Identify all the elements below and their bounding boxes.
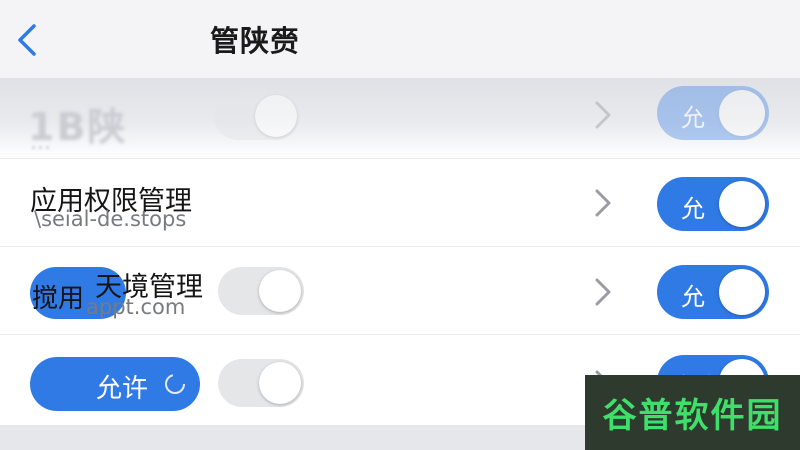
watermark-logo: 谷普软件园 (585, 375, 800, 450)
toggle-label: 允 (681, 195, 705, 223)
toggle-off[interactable] (218, 359, 304, 407)
toggle-label: 允 (681, 283, 705, 311)
loading-spinner-icon (165, 374, 185, 394)
left-pill-label: 搅用 (32, 284, 85, 314)
list-item-app-permission[interactable]: 应用权限管理 \seial-de.stops 允 (0, 158, 800, 246)
ghost-toggle-off[interactable] (214, 92, 300, 140)
allow-button[interactable]: 允许 (30, 357, 200, 411)
chevron-right-icon[interactable] (594, 277, 612, 307)
ghost-row-sub: ... (30, 130, 51, 155)
environment-toggle-on[interactable]: 允 (657, 265, 769, 319)
permission-toggle-on[interactable]: 允 (657, 177, 769, 231)
chevron-right-icon[interactable] (594, 188, 612, 218)
allow-button-label: 允许 (96, 374, 149, 404)
toggle-knob (719, 181, 765, 227)
toggle-label: 允 (681, 104, 705, 132)
toggle-knob (259, 362, 301, 404)
list-item-environment[interactable]: 搅用 天境管理 appt.com 允 (0, 246, 800, 334)
watermark-text: 谷普软件园 (602, 396, 783, 436)
page-title: 管陕赍 (210, 24, 301, 58)
toggle-off[interactable] (218, 267, 304, 315)
chevron-left-icon[interactable] (14, 22, 44, 58)
toggle-knob (719, 269, 765, 315)
row-subtitle: \seial-de.stops (34, 207, 187, 231)
chevron-right-icon (595, 101, 611, 129)
toggle-knob (259, 270, 301, 312)
ghost-row: 1B陕 ... 允 (0, 78, 800, 158)
ghost-toggle-on[interactable]: 允 (657, 86, 769, 140)
toggle-knob (719, 90, 765, 136)
nav-header: 管陕赍 (0, 0, 800, 78)
row-subtitle: appt.com (86, 295, 186, 319)
toggle-knob (255, 95, 297, 137)
